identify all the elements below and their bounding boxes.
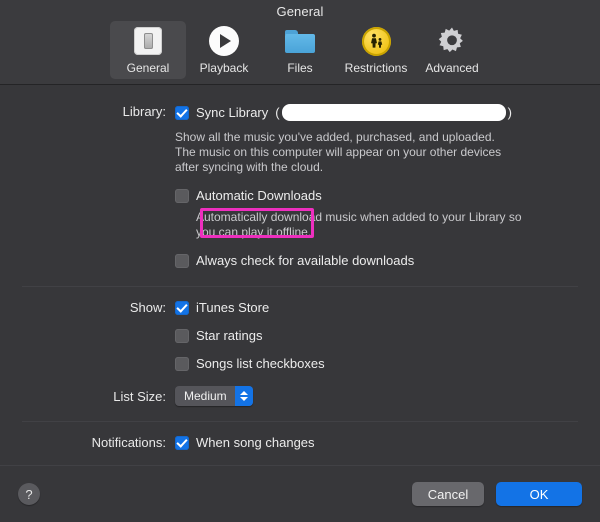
account-open-paren: ( xyxy=(275,105,280,120)
show-itunes-store-label: iTunes Store xyxy=(196,300,270,315)
list-size-value: Medium xyxy=(184,389,227,403)
show-star-ratings-checkbox[interactable] xyxy=(175,328,189,343)
window-titlebar: General General Playback Files Restricti… xyxy=(0,0,600,85)
when-song-changes-label: When song changes xyxy=(196,435,315,450)
play-circle-icon xyxy=(207,24,241,58)
dialog-footer: ? Cancel OK xyxy=(0,465,600,522)
when-song-changes-checkbox[interactable] xyxy=(175,435,189,450)
notifications-row: Notifications: When song changes xyxy=(0,435,600,450)
toolbar-tab-playback[interactable]: Playback xyxy=(186,21,262,79)
cancel-button[interactable]: Cancel xyxy=(412,482,484,506)
sync-library-line: Sync Library ( ) xyxy=(175,104,600,121)
toolbar-tab-playback-label: Playback xyxy=(199,61,249,75)
toolbar-tab-advanced[interactable]: Advanced xyxy=(414,21,490,79)
preferences-content: Library: Sync Library ( ) Show all the m… xyxy=(0,104,600,450)
account-close-paren: ) xyxy=(507,105,512,120)
light-switch-icon xyxy=(131,24,165,58)
sync-library-description: Show all the music you've added, purchas… xyxy=(175,130,502,174)
automatic-downloads-line: Automatic Downloads xyxy=(175,188,600,203)
list-size-popup-button[interactable]: Medium xyxy=(175,386,253,406)
show-songs-list-checkboxes-line: Songs list checkboxes xyxy=(175,356,600,371)
separator-library-show xyxy=(22,286,578,287)
preferences-toolbar: General Playback Files Restrictions Adva… xyxy=(0,21,600,79)
folder-icon xyxy=(283,24,317,58)
automatic-downloads-checkbox[interactable] xyxy=(175,188,189,203)
show-itunes-store-checkbox[interactable] xyxy=(175,300,189,315)
show-row-label: Show: xyxy=(129,300,166,315)
notifications-row-label: Notifications: xyxy=(91,435,166,450)
show-itunes-store-line: iTunes Store xyxy=(175,300,600,315)
show-row: Show: iTunes Store Star ratings Songs li… xyxy=(0,300,600,371)
account-field: ( ) xyxy=(275,104,512,121)
show-star-ratings-label: Star ratings xyxy=(196,328,263,343)
always-check-line: Always check for available downloads xyxy=(175,253,600,268)
toolbar-tab-advanced-label: Advanced xyxy=(425,61,479,75)
always-check-downloads-checkbox[interactable] xyxy=(175,253,189,268)
toolbar-tab-files-label: Files xyxy=(287,61,313,75)
chevron-up-down-icon[interactable] xyxy=(234,386,253,406)
list-size-row: List Size: Medium xyxy=(0,386,600,406)
list-size-row-label: List Size: xyxy=(113,388,166,404)
show-songs-list-checkboxes-checkbox[interactable] xyxy=(175,356,189,371)
library-row-label: Library: xyxy=(122,104,166,119)
show-songs-list-checkboxes-label: Songs list checkboxes xyxy=(196,356,325,371)
always-check-downloads-label: Always check for available downloads xyxy=(196,253,415,268)
library-row: Library: Sync Library ( ) Show all the m… xyxy=(0,104,600,268)
gear-icon xyxy=(435,24,469,58)
preferences-window: General General Playback Files Restricti… xyxy=(0,0,600,522)
toolbar-tab-files[interactable]: Files xyxy=(262,21,338,79)
help-button[interactable]: ? xyxy=(18,483,40,505)
separator-listsize-notifications xyxy=(22,421,578,422)
sync-library-label: Sync Library xyxy=(196,105,269,120)
automatic-downloads-label: Automatic Downloads xyxy=(196,188,322,203)
automatic-downloads-description: Automatically download music when added … xyxy=(196,210,522,239)
parental-controls-icon xyxy=(359,24,393,58)
toolbar-tab-general-label: General xyxy=(126,61,170,75)
toolbar-tab-restrictions-label: Restrictions xyxy=(344,61,408,75)
window-title: General xyxy=(276,4,324,19)
ok-button[interactable]: OK xyxy=(496,482,582,506)
sync-library-checkbox[interactable] xyxy=(175,105,189,120)
toolbar-tab-general[interactable]: General xyxy=(110,21,186,79)
account-redaction-bar xyxy=(281,104,506,121)
show-star-ratings-line: Star ratings xyxy=(175,328,600,343)
when-song-changes-line: When song changes xyxy=(175,435,600,450)
toolbar-tab-restrictions[interactable]: Restrictions xyxy=(338,21,414,79)
